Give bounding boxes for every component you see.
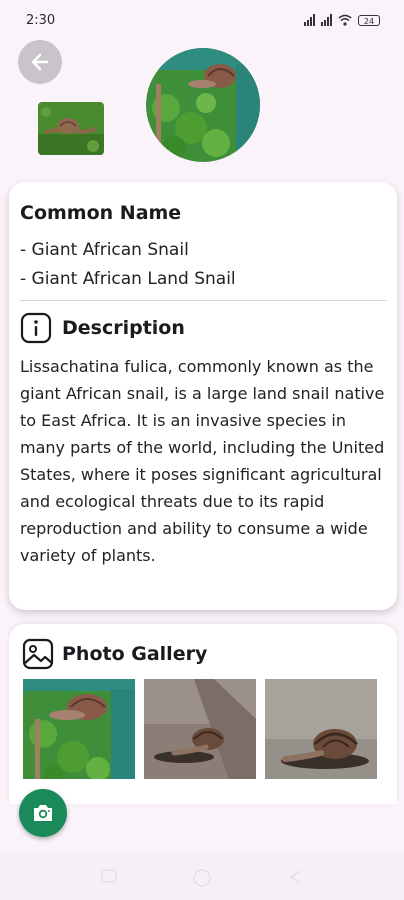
- gallery-photo[interactable]: [23, 679, 135, 779]
- divider: [20, 300, 387, 301]
- battery-icon: 24: [358, 15, 380, 26]
- camera-icon: [34, 805, 52, 821]
- home-icon[interactable]: [192, 868, 212, 888]
- gallery-photo[interactable]: [265, 679, 377, 779]
- common-name-item: - Giant African Snail: [20, 240, 189, 260]
- snail-avatar[interactable]: [146, 48, 260, 162]
- battery-level: 24: [363, 17, 375, 26]
- description-header: Description: [20, 312, 185, 344]
- info-card: Common Name - Giant African Snail - Gian…: [9, 182, 397, 610]
- common-name-item: - Giant African Land Snail: [20, 269, 236, 289]
- arrow-left-icon: [31, 53, 49, 71]
- description-text: Lissachatina fulica, commonly known as t…: [20, 357, 385, 565]
- back-button[interactable]: [18, 40, 62, 84]
- gallery-header: Photo Gallery: [22, 638, 207, 670]
- gallery-photo[interactable]: [144, 679, 256, 779]
- image-icon: [22, 638, 54, 670]
- status-icons: 24: [304, 14, 380, 26]
- photo-gallery: [23, 679, 377, 779]
- wifi-icon: [338, 14, 352, 26]
- recents-icon[interactable]: [100, 868, 118, 884]
- gallery-card: Photo Gallery: [9, 624, 397, 804]
- signal-icon: [321, 14, 332, 26]
- common-name-list: - Giant African Snail - Giant African La…: [20, 236, 236, 294]
- system-nav-bar: [0, 850, 404, 900]
- status-bar: 2:30 24: [0, 0, 404, 40]
- camera-button[interactable]: [19, 789, 67, 837]
- gallery-heading: Photo Gallery: [62, 643, 208, 665]
- signal-icon: [304, 14, 315, 26]
- snail-thumbnail[interactable]: [38, 102, 104, 155]
- status-time: 2:30: [26, 13, 56, 28]
- back-nav-icon[interactable]: [286, 868, 304, 886]
- description-heading: Description: [62, 317, 185, 339]
- common-name-heading: Common Name: [20, 202, 182, 224]
- info-icon: [20, 312, 52, 344]
